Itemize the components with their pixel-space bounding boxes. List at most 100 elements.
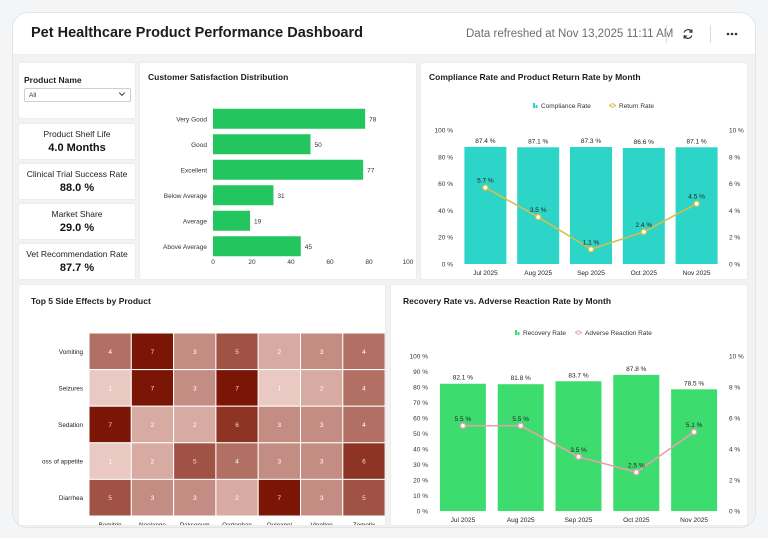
y-tick-label-left: 30 % — [413, 462, 428, 469]
y-tick-label-right: 4 % — [729, 208, 740, 215]
data-label: 50 — [315, 142, 323, 149]
kpi-card-vet-recommendation: Vet Recommendation Rate 87.7 % — [19, 244, 135, 279]
y-tick-label-right: 4 % — [729, 447, 740, 454]
kpi-card-clinical-trial: Clinical Trial Success Rate 88.0 % — [19, 164, 135, 199]
product-name-select[interactable]: All — [24, 88, 131, 102]
x-tick-label: 40 — [287, 259, 295, 266]
cell-value: 7 — [151, 349, 155, 356]
category-label: Very Good — [176, 116, 207, 123]
bar-data-label: 87.1 % — [686, 138, 706, 145]
cell-value: 4 — [235, 459, 239, 466]
cell-value: 3 — [193, 385, 197, 392]
x-tick-label: Oct 2025 — [631, 270, 658, 277]
column-label: Paksenum — [180, 522, 210, 525]
bar-data-label: 78.5 % — [684, 380, 704, 387]
category-label: Average — [183, 218, 207, 225]
bar — [213, 210, 251, 231]
cell-value: 5 — [362, 495, 366, 502]
y-tick-label-left: 100 % — [410, 354, 429, 361]
bar-data-label: 86.6 % — [634, 139, 654, 146]
x-tick-label: Aug 2025 — [507, 517, 535, 524]
category-label: Above Average — [163, 244, 207, 251]
y-tick-label-left: 20 % — [413, 478, 428, 485]
x-tick-label: Oct 2025 — [623, 517, 650, 524]
kpi-card-market-share: Market Share 29.0 % — [19, 204, 135, 239]
x-tick-label: Sep 2025 — [577, 270, 605, 277]
cell-value: 4 — [108, 349, 112, 356]
x-tick-label: Nov 2025 — [683, 270, 711, 277]
header-divider — [710, 25, 711, 43]
legend-label: Return Rate — [619, 103, 654, 110]
kpi-label: Product Shelf Life — [43, 129, 111, 139]
y-tick-label-right: 2 % — [729, 235, 740, 242]
bar — [213, 236, 301, 257]
recovery-chart: Recovery Rate Adverse Reaction Rate 0 % 10 … — [410, 330, 744, 524]
y-tick-label-right: 6 % — [729, 416, 740, 423]
bar-data-label: 83.7 % — [568, 372, 588, 379]
more-horizontal-icon[interactable] — [722, 24, 742, 44]
row-label: Diarrhea — [59, 495, 84, 502]
bar-data-label: 87.4 % — [475, 138, 495, 145]
y-tick-label-right: 8 % — [729, 385, 740, 392]
x-tick-label: 80 — [365, 259, 373, 266]
y-tick-label-left: 100 % — [435, 128, 454, 135]
cell-value: 3 — [320, 349, 324, 356]
cell-value: 1 — [108, 459, 112, 466]
cell-value: 3 — [320, 495, 324, 502]
cell-value: 7 — [151, 385, 155, 392]
recovery-chart-card: Recovery Rate vs. Adverse Reaction Rate … — [391, 285, 747, 525]
refresh-icon[interactable] — [678, 24, 698, 44]
cell-value: 7 — [235, 385, 239, 392]
y-tick-label-left: 50 % — [413, 431, 428, 438]
cell-value: 2 — [278, 349, 282, 356]
data-label: 77 — [367, 167, 375, 174]
y-tick-label-right: 0 % — [729, 262, 740, 269]
column-label: Quinapel — [267, 522, 292, 525]
bar — [213, 185, 274, 206]
bar — [517, 147, 560, 264]
y-tick-label-left: 20 % — [438, 235, 453, 242]
y-tick-label-left: 10 % — [413, 493, 428, 500]
page-title: Pet Healthcare Product Performance Dashb… — [31, 25, 363, 41]
y-tick-label-right: 0 % — [729, 509, 740, 516]
legend-label: Compliance Rate — [541, 103, 591, 110]
dashboard-window: Pet Healthcare Product Performance Dashb… — [12, 12, 756, 528]
bar — [213, 159, 364, 180]
kpi-label: Clinical Trial Success Rate — [26, 169, 128, 179]
legend-bar-swatch — [533, 103, 535, 108]
line-data-label: 5.5 % — [455, 416, 472, 423]
y-tick-label-left: 80 % — [438, 154, 453, 161]
y-tick-label-left: 90 % — [413, 369, 428, 376]
bar-data-label: 87.3 % — [581, 138, 601, 145]
y-tick-label-left: 80 % — [413, 385, 428, 392]
cell-value: 5 — [235, 349, 239, 356]
x-tick-label: 100 — [403, 259, 414, 266]
dashboard-body: Product Name All Product Shelf Life 4.0 … — [13, 55, 755, 527]
x-tick-label: 0 — [211, 259, 215, 266]
cell-value: 7 — [278, 495, 282, 502]
x-tick-label: Nov 2025 — [680, 517, 708, 524]
line-point — [587, 245, 595, 253]
cell-value: 4 — [362, 385, 366, 392]
product-filter-card: Product Name All — [19, 63, 135, 118]
y-tick-label-right: 10 % — [729, 354, 744, 361]
bar-data-label: 82.1 % — [453, 375, 473, 382]
line-point — [575, 453, 582, 461]
bar-data-label: 87.8 % — [626, 366, 646, 373]
cell-value: 2 — [320, 385, 324, 392]
bar — [213, 134, 311, 155]
filter-label: Product Name — [24, 75, 82, 85]
cell-value: 4 — [362, 422, 366, 429]
x-tick-label: Sep 2025 — [565, 517, 593, 524]
column-label: Zomotix — [353, 522, 376, 525]
y-tick-label-left: 60 % — [438, 181, 453, 188]
bar — [671, 389, 718, 511]
bar — [622, 147, 665, 264]
select-value: All — [29, 92, 37, 99]
column-label: Vinellen — [311, 522, 334, 525]
cell-value: 3 — [151, 495, 155, 502]
satisfaction-chart-card: Customer Satisfaction Distribution Very … — [140, 63, 416, 279]
y-tick-label-right: 10 % — [729, 128, 744, 135]
x-tick-label: 20 — [248, 259, 256, 266]
line-data-label: 5.7 % — [477, 178, 494, 185]
